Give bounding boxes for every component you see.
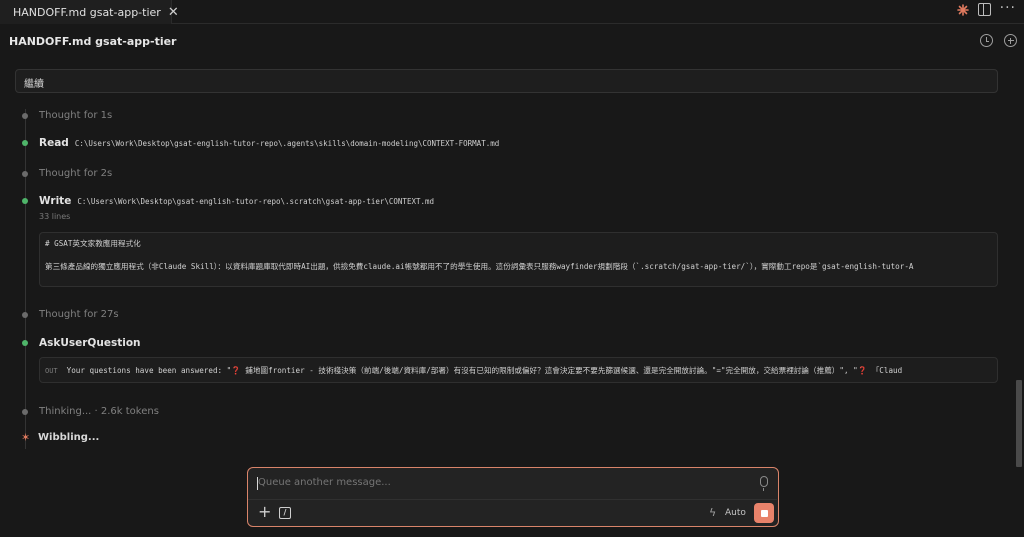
write-preview[interactable]: # GSAT英文家教應用程式化 第三條產品線的獨立應用程式（非Claude Sk… <box>39 232 998 287</box>
thought-step[interactable]: Thought for 27s <box>22 309 119 320</box>
session-title: HANDOFF.md gsat-app-tier <box>9 34 177 48</box>
ask-output[interactable]: OUT Your questions have been answered: "❓… <box>39 357 998 383</box>
user-message: 繼續 <box>15 69 998 93</box>
add-attachment-icon[interactable]: + <box>258 504 271 520</box>
split-editor-icon[interactable] <box>977 3 991 16</box>
read-label: Read <box>39 137 69 149</box>
editor-tab[interactable]: HANDOFF.md gsat-app-tier ✕ <box>0 0 179 24</box>
tab-bar: HANDOFF.md gsat-app-tier ✕ ··· <box>0 0 1024 24</box>
thinking-step: Thinking... · 2.6k tokens <box>22 406 159 417</box>
mode-label[interactable]: Auto <box>725 508 746 518</box>
close-icon[interactable]: ✕ <box>168 6 179 19</box>
thought-step[interactable]: Thought for 2s <box>22 168 112 179</box>
stop-button[interactable] <box>754 503 774 523</box>
step-dot <box>22 311 28 318</box>
bolt-icon[interactable]: ϟ <box>709 506 716 519</box>
thought-label: Thought for 27s <box>39 309 119 320</box>
question-mark-icon: ❓ <box>857 366 868 375</box>
ask-output-text: 「Claud <box>867 366 903 375</box>
step-dot <box>22 170 28 177</box>
write-line-count: 33 lines <box>39 212 71 221</box>
timeline-line <box>25 109 26 449</box>
panel-header: HANDOFF.md gsat-app-tier <box>0 25 1024 57</box>
write-path[interactable]: C:\Users\Work\Desktop\gsat-english-tutor… <box>77 197 434 206</box>
microphone-icon[interactable] <box>760 476 768 491</box>
message-input[interactable] <box>258 477 738 488</box>
ask-output-line: OUT Your questions have been answered: "❓… <box>45 365 992 376</box>
preview-line: # GSAT英文家教應用程式化 <box>45 239 141 248</box>
ask-question-step[interactable]: AskUserQuestion <box>22 337 141 349</box>
question-mark-icon: ❓ <box>231 366 241 375</box>
new-session-icon[interactable] <box>1004 34 1017 47</box>
ask-label: AskUserQuestion <box>39 337 141 349</box>
write-label: Write <box>39 195 72 207</box>
step-dot <box>22 198 28 204</box>
step-dot <box>22 340 28 346</box>
ask-output-text: Your questions have been answered: " <box>66 366 232 375</box>
thinking-label: Thinking... · 2.6k tokens <box>39 406 159 417</box>
step-dot <box>22 112 28 119</box>
ask-output-text: 鋪地圖frontier - 技術棧決策（前端/後端/資料庫/部署）有沒有已知的限… <box>240 366 858 375</box>
slash-command-icon[interactable]: / <box>279 507 291 519</box>
history-icon[interactable] <box>980 34 993 47</box>
claude-sparkle-icon[interactable] <box>956 3 969 16</box>
tab-actions: ··· <box>956 1 1016 16</box>
step-dot <box>22 408 28 415</box>
read-step[interactable]: Read C:\Users\Work\Desktop\gsat-english-… <box>22 137 499 149</box>
read-path[interactable]: C:\Users\Work\Desktop\gsat-english-tutor… <box>75 139 499 148</box>
tab-title: HANDOFF.md gsat-app-tier <box>13 5 161 19</box>
sparkle-icon: ✶ <box>21 431 31 444</box>
status-text: Wibbling... <box>38 432 100 443</box>
composer-divider <box>248 499 777 500</box>
out-tag: OUT <box>45 367 58 375</box>
thought-label: Thought for 1s <box>39 110 113 121</box>
message-composer: + / ϟ Auto <box>247 467 779 527</box>
more-actions-icon[interactable]: ··· <box>1000 1 1016 15</box>
header-actions <box>980 34 1017 47</box>
conversation: 繼續 Thought for 1s Read C:\Users\Work\Des… <box>0 57 1024 537</box>
thought-step[interactable]: Thought for 1s <box>22 110 112 121</box>
scrollbar[interactable] <box>1016 380 1022 467</box>
thought-label: Thought for 2s <box>39 168 113 179</box>
step-dot <box>22 140 28 146</box>
preview-line: 第三條產品線的獨立應用程式（非Claude Skill）：以資料庫題庫取代即時A… <box>45 262 914 271</box>
write-step[interactable]: Write C:\Users\Work\Desktop\gsat-english… <box>22 195 434 207</box>
